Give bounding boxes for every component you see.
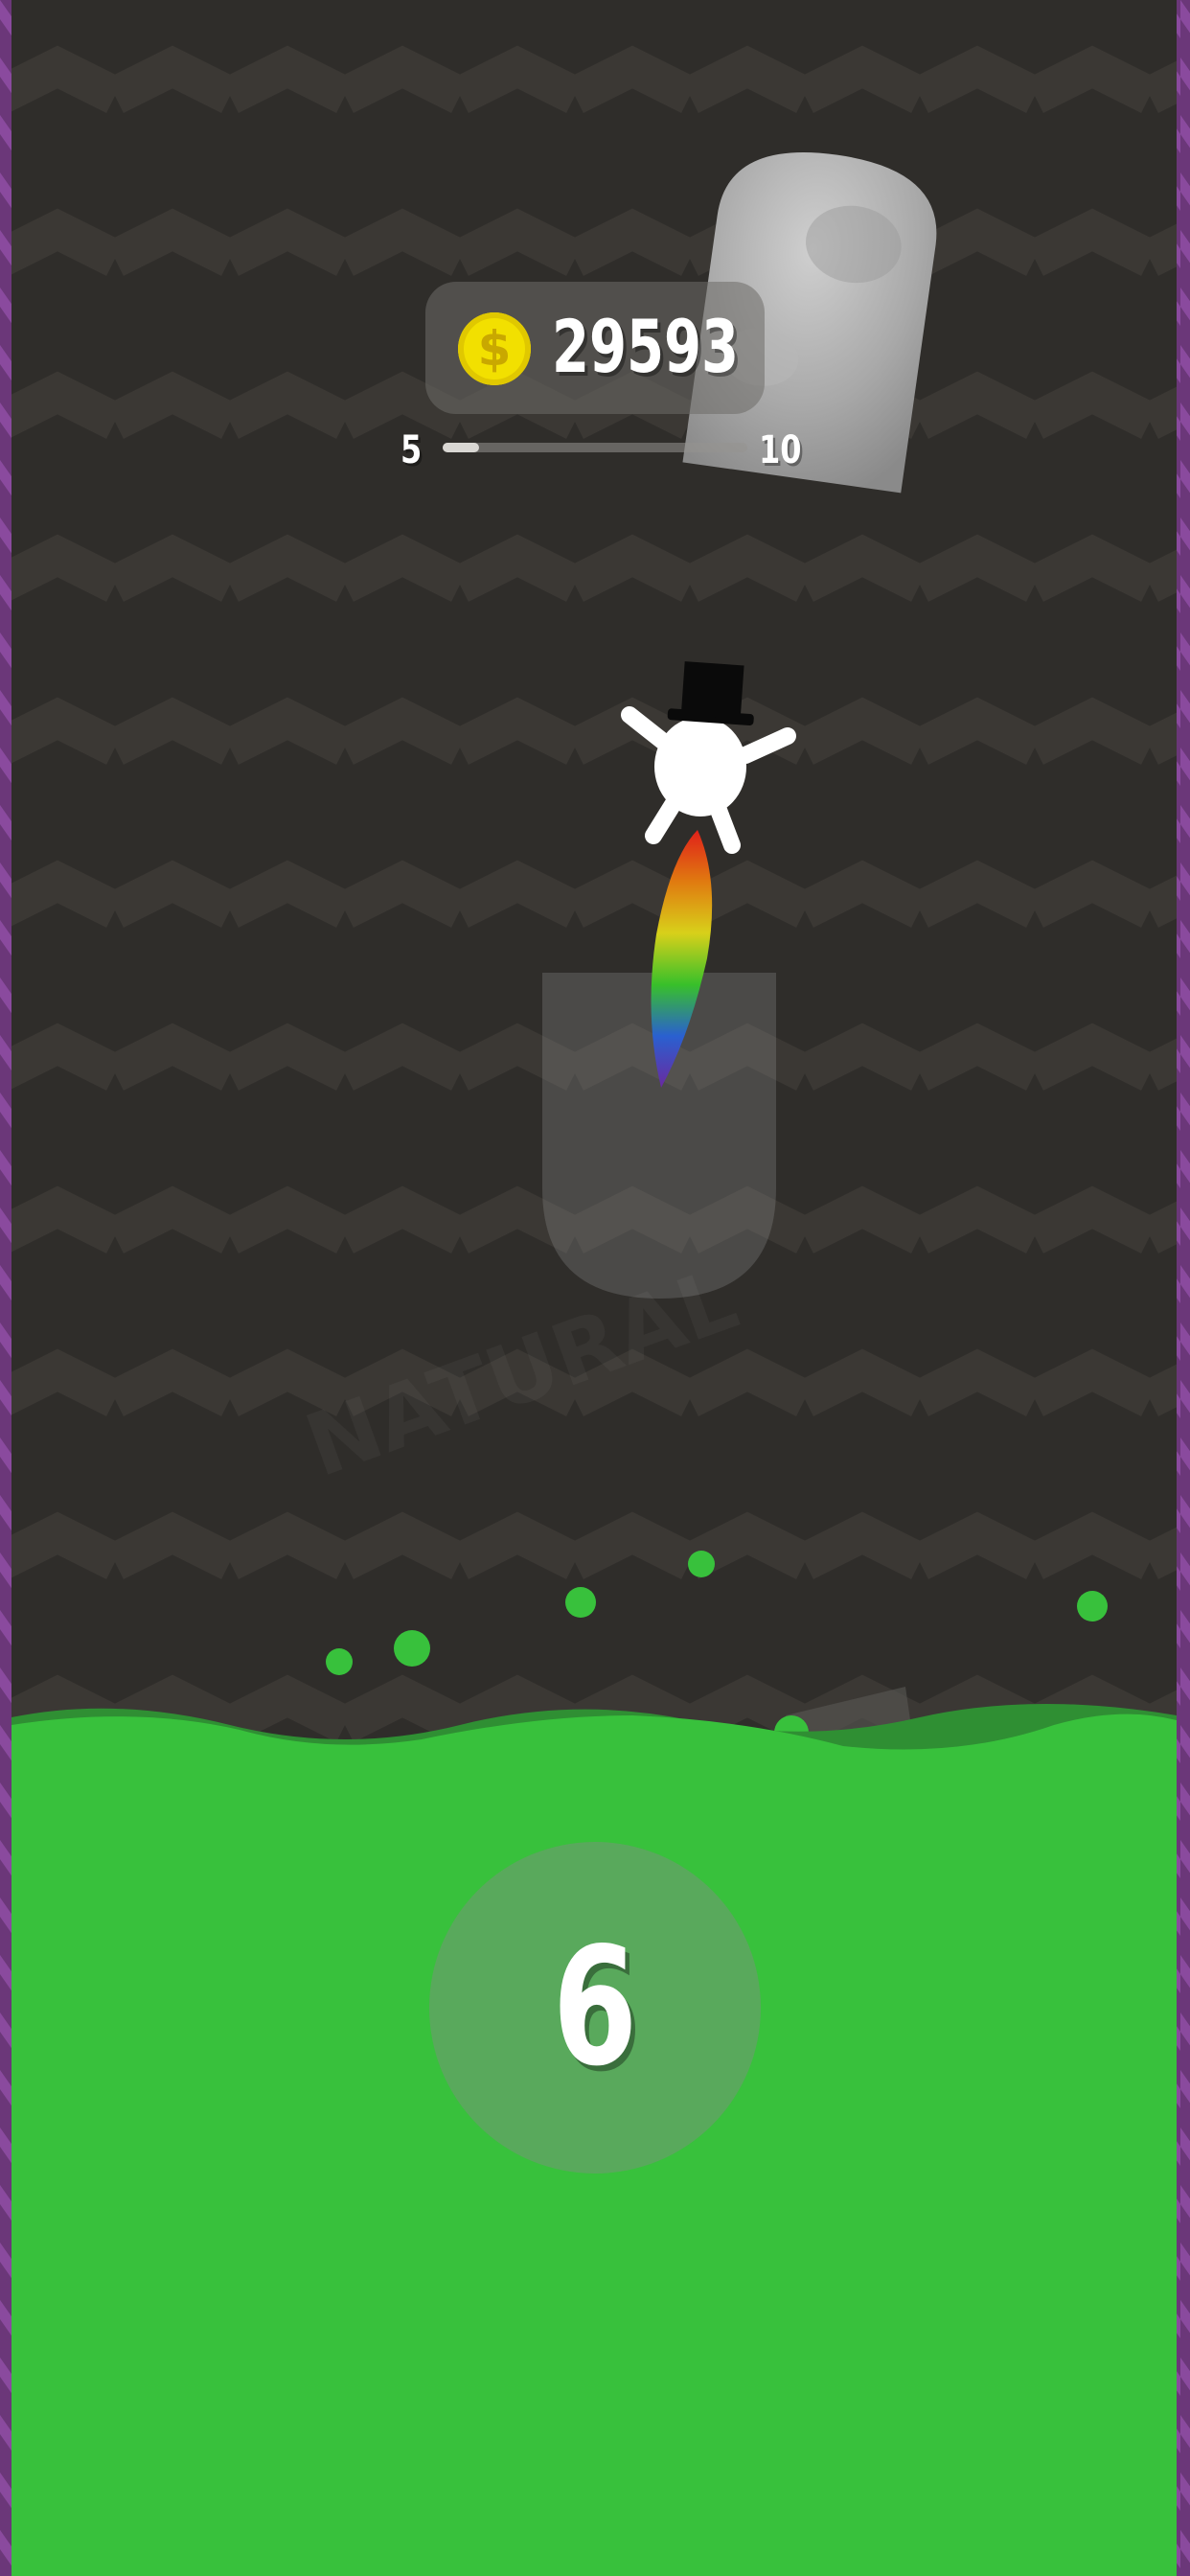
level-progress-fill: [443, 443, 480, 452]
dollar-sign-icon: $: [477, 321, 512, 377]
level-progress-bar: [443, 443, 747, 452]
level-next: 10: [759, 428, 802, 472]
counter-value: 6: [552, 1913, 638, 2103]
coin-count: 29593: [552, 304, 740, 389]
right-border: [1177, 0, 1190, 2576]
game-screen[interactable]: NATURAL $ 29593 5 10 6: [0, 0, 1190, 2576]
left-border: [0, 0, 11, 2576]
coin-icon: $: [458, 312, 531, 385]
level-current: 5: [400, 428, 423, 472]
